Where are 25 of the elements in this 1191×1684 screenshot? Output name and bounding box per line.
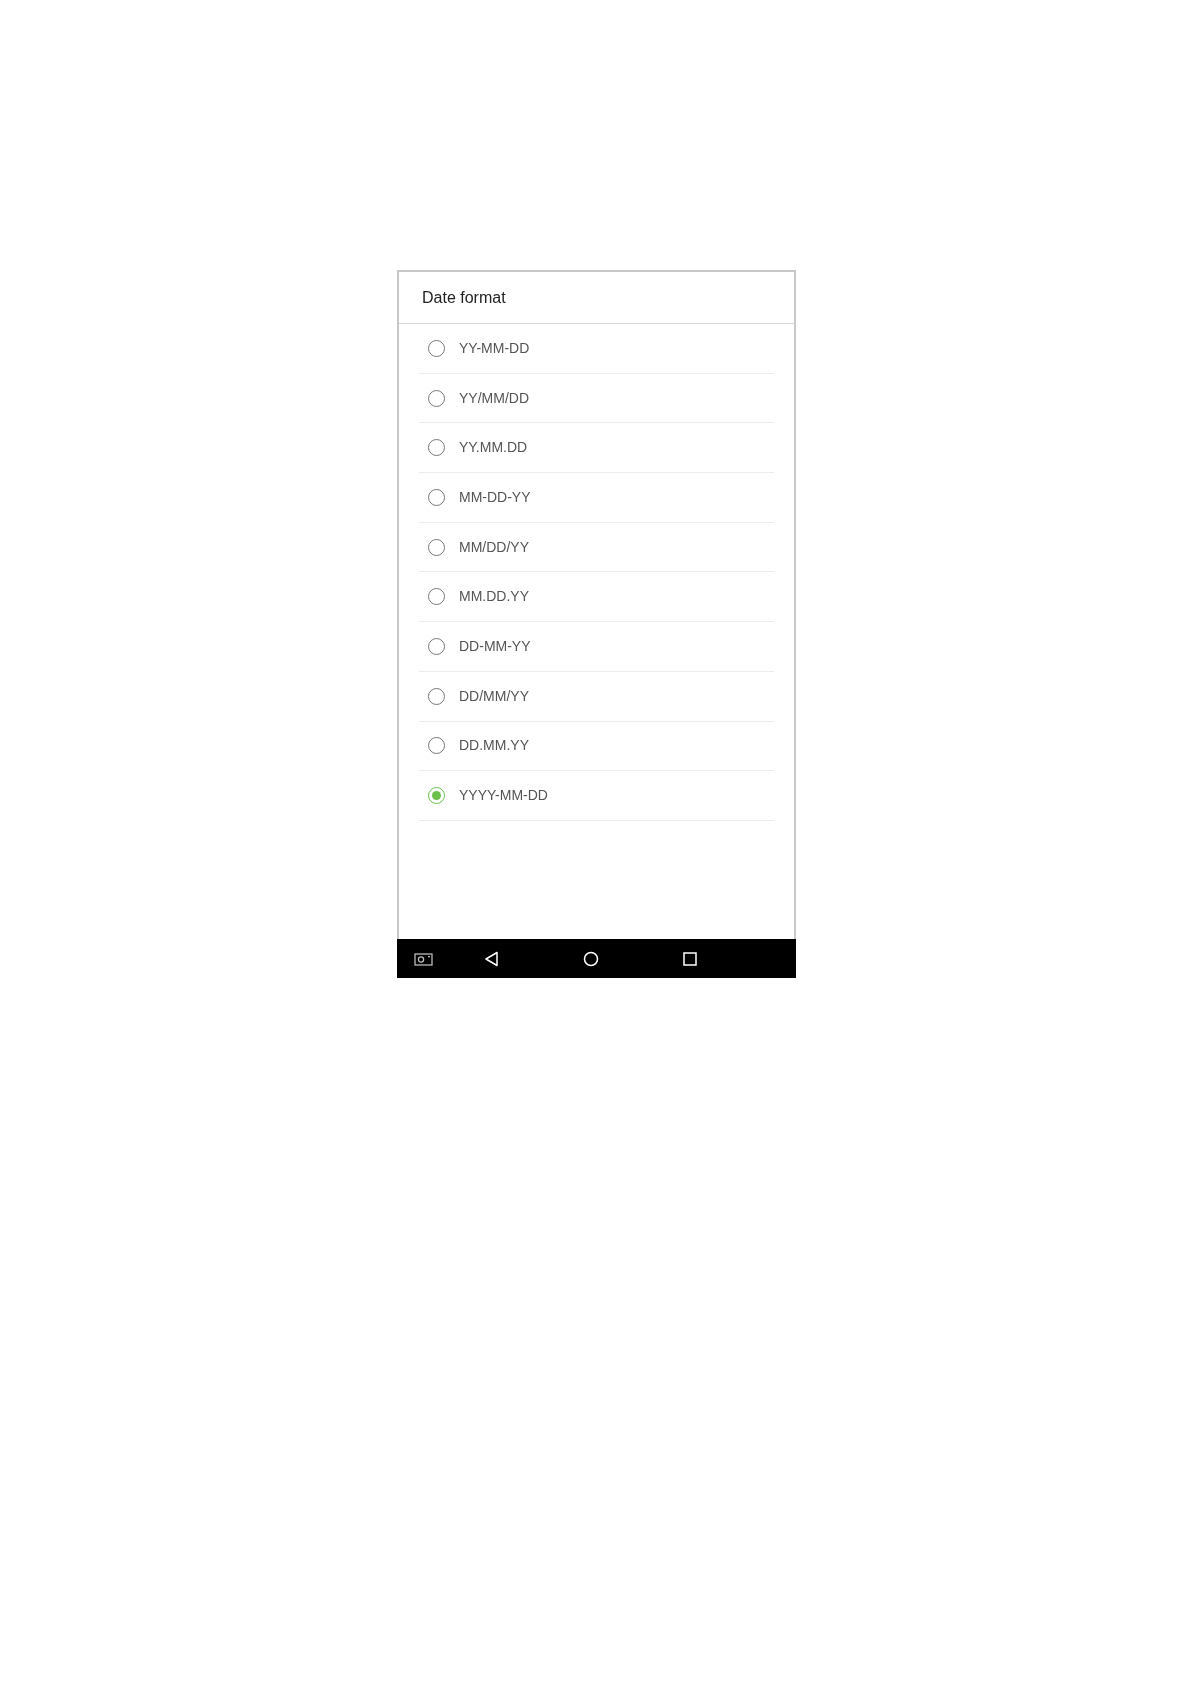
date-format-option[interactable]: YY.MM.DD: [419, 423, 774, 474]
date-format-option[interactable]: YYYY-MM-DD: [419, 771, 774, 821]
option-label: YYYY-MM-DD: [459, 786, 548, 806]
date-format-option[interactable]: MM-DD-YY: [419, 473, 774, 523]
option-label: MM/DD/YY: [459, 537, 529, 557]
date-format-option[interactable]: DD-MM-YY: [419, 622, 774, 672]
recent-apps-icon[interactable]: [683, 951, 697, 966]
option-label: YY-MM-DD: [459, 338, 530, 358]
date-format-option[interactable]: YY-MM-DD: [419, 324, 774, 374]
date-format-option[interactable]: MM.DD.YY: [419, 572, 774, 623]
option-label: YY.MM.DD: [459, 438, 528, 458]
dialog-title: Date format: [422, 287, 506, 308]
option-label: MM.DD.YY: [459, 587, 529, 607]
date-format-option[interactable]: MM/DD/YY: [419, 522, 774, 573]
option-label: DD.MM.YY: [459, 736, 529, 756]
date-format-option[interactable]: DD.MM.YY: [419, 721, 774, 772]
date-format-option[interactable]: DD/MM/YY: [419, 671, 774, 722]
date-format-option[interactable]: YY/MM/DD: [419, 373, 774, 424]
option-label: DD/MM/YY: [459, 686, 529, 706]
home-icon[interactable]: [583, 950, 599, 967]
back-icon[interactable]: [484, 950, 499, 967]
option-label: YY/MM/DD: [459, 388, 529, 408]
option-label: DD-MM-YY: [459, 636, 531, 656]
option-label: MM-DD-YY: [459, 487, 531, 507]
camera-icon[interactable]: [414, 951, 433, 966]
